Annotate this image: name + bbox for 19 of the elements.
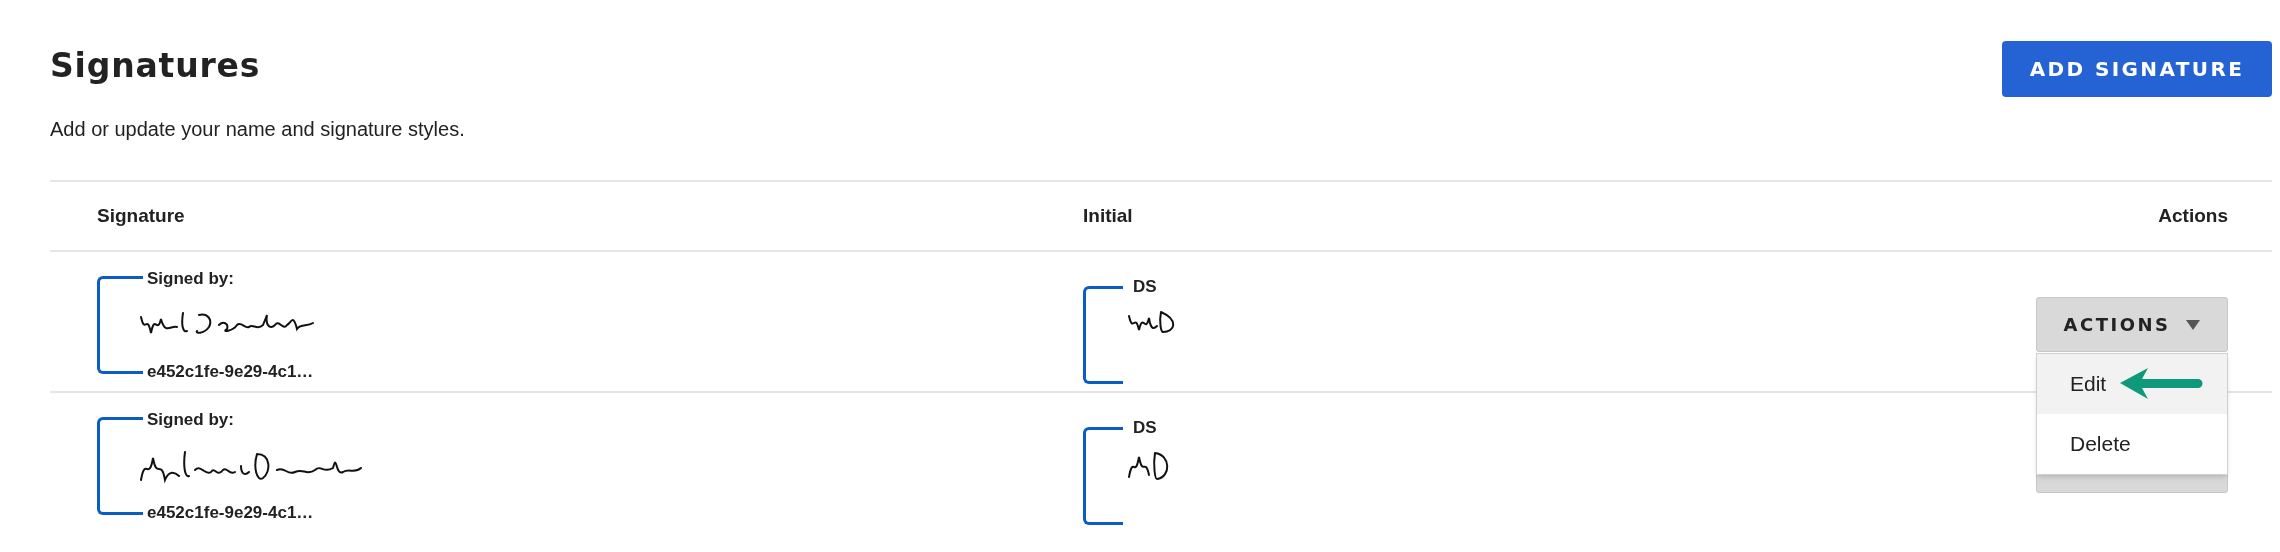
signature-id: e452c1fe-9e29-4c1… (147, 501, 315, 524)
add-signature-button[interactable]: ADD SIGNATURE (2002, 41, 2272, 97)
initials-drawing (1128, 451, 1169, 480)
column-header: Signature (97, 204, 185, 226)
caret-icon (2184, 318, 2201, 331)
initials-drawing (1128, 310, 1175, 333)
initials-label: DS (1133, 276, 1158, 298)
signature-id: e452c1fe-9e29-4c1… (147, 360, 315, 383)
arrow-icon (2118, 366, 2205, 402)
actions-button[interactable]: ACTIONS (2036, 297, 2228, 352)
page-subtitle: Add or update your name and signature styles. (50, 117, 465, 142)
menu-item[interactable]: Edit (2037, 354, 2227, 414)
column-header: Actions (2158, 204, 2228, 226)
page-title: Signatures (50, 49, 262, 82)
column-header: Initial (1083, 204, 1133, 226)
initials-label: DS (1133, 417, 1158, 439)
signed-by-label: Signed by: (147, 268, 235, 290)
menu-item[interactable]: Delete (2037, 414, 2227, 474)
signed-by-label: Signed by: (147, 409, 235, 431)
